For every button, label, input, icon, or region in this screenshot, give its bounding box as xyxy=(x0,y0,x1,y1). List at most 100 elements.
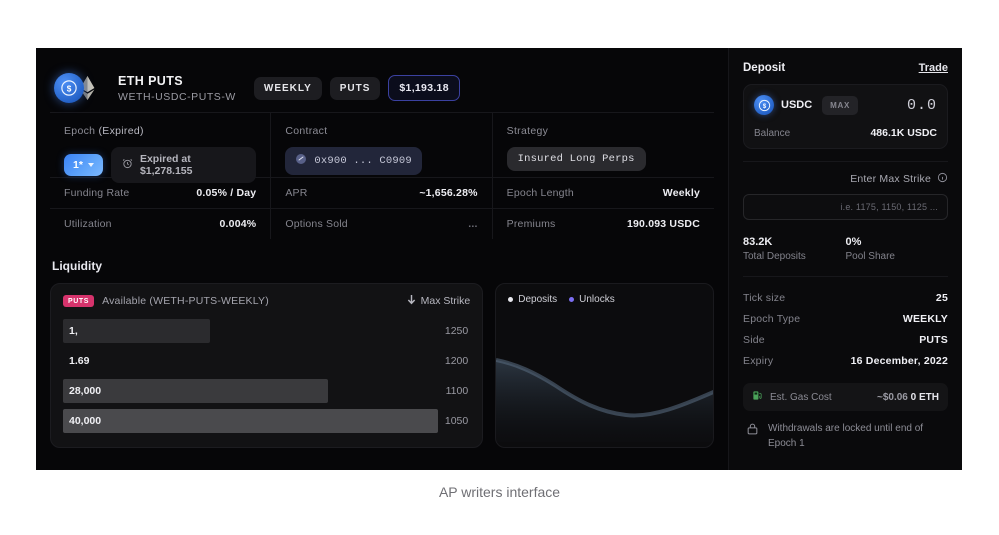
info-value: 16 December, 2022 xyxy=(850,354,948,367)
table-row[interactable]: 40,000 1050 xyxy=(63,406,470,436)
legend-dot-deposits xyxy=(508,297,514,302)
strategy-value: Insured Long Perps xyxy=(506,147,646,171)
stat-key: Epoch Length xyxy=(506,187,574,199)
gas-cost-row: Est. Gas Cost ~$0.06 0 ETH xyxy=(743,383,948,411)
max-strike-section: Enter Max Strike i.e. 1175, 1150, 1125 .… xyxy=(743,161,948,220)
available-label: Available (WETH-PUTS-WEEKLY) xyxy=(102,295,269,307)
legend-label: Unlocks xyxy=(579,294,615,305)
gas-cost-values: ~$0.06 0 ETH xyxy=(877,392,939,403)
info-circle-icon[interactable] xyxy=(937,172,948,186)
total-deposits: 83.2K Total Deposits xyxy=(743,236,846,262)
info-row-epoch-type: Epoch Type WEEKLY xyxy=(743,308,948,329)
chart-canvas xyxy=(496,358,714,442)
stats-grid: Epoch (Expired) 1* Expired at $1,278.155… xyxy=(50,112,714,239)
deposit-panel-header: Deposit Trade xyxy=(743,62,948,74)
deposits-unlocks-chart: Deposits Unlocks xyxy=(495,283,714,448)
chart-legend: Deposits Unlocks xyxy=(508,294,701,305)
stats-column-contract: Contract 0x900 ... C0909 APR ~1,656.28% … xyxy=(271,113,493,239)
svg-text:$: $ xyxy=(67,84,72,93)
balance-row: Balance 486.1K USDC xyxy=(754,127,937,139)
liquidity-strike: 1200 xyxy=(444,355,469,367)
stat-apr: APR ~1,656.28% xyxy=(271,177,492,208)
info-key: Expiry xyxy=(743,354,774,367)
epoch-selector[interactable]: 1* xyxy=(64,154,103,176)
total-deposits-label: Total Deposits xyxy=(743,251,806,262)
page-root: $ ETH PUTS WETH-USDC-PUTS-W WEEKLY PUTS … xyxy=(0,0,999,535)
stat-value: 0.004% xyxy=(219,218,257,230)
epoch-label: Epoch (Expired) xyxy=(64,125,256,137)
stat-key: APR xyxy=(285,187,308,199)
tab-trade[interactable]: Trade xyxy=(919,62,948,74)
liquidity-bar xyxy=(63,409,438,433)
legend-label: Deposits xyxy=(518,294,558,305)
contract-address-link[interactable]: 0x900 ... C0909 xyxy=(285,147,422,175)
epoch-number: 1* xyxy=(73,159,83,171)
token-symbol: USDC xyxy=(781,99,813,111)
stat-utilization: Utilization 0.004% xyxy=(50,208,271,239)
legend-item-deposits: Deposits xyxy=(508,294,557,305)
pool-share-value: 0% xyxy=(845,236,862,248)
liquidity-strike: 1050 xyxy=(444,415,469,427)
gas-cost-usd: ~$0.06 xyxy=(877,391,908,403)
svg-text:$: $ xyxy=(762,103,766,109)
stat-options-sold: Options Sold ... xyxy=(271,208,492,239)
tab-deposit[interactable]: Deposit xyxy=(743,62,785,74)
info-value: WEEKLY xyxy=(902,312,948,325)
max-button[interactable]: MAX xyxy=(822,95,859,115)
liquidity-section: PUTS Available (WETH-PUTS-WEEKLY) Max St… xyxy=(36,283,728,448)
puts-badge: PUTS xyxy=(63,295,95,307)
stat-premiums: Premiums 190.093 USDC xyxy=(492,208,714,239)
table-row[interactable]: 1, 1250 xyxy=(63,316,470,346)
deposit-amount-box: $ USDC MAX 0.0 Balance 486.1K USDC xyxy=(743,84,948,149)
expired-price-pill: Expired at $1,278.155 xyxy=(110,147,257,183)
stat-value: ~1,656.28% xyxy=(419,187,478,199)
liquidity-amount: 28,000 xyxy=(69,385,102,397)
contract-label: Contract xyxy=(285,125,328,137)
lock-icon xyxy=(746,422,759,441)
balance-label: Balance xyxy=(754,127,791,139)
liquidity-bar xyxy=(63,379,328,403)
info-key: Tick size xyxy=(743,291,786,304)
header-badges: WEEKLY PUTS $1,193.18 xyxy=(253,75,460,101)
max-strike-field-label: Enter Max Strike xyxy=(743,172,948,186)
gas-pump-icon xyxy=(752,390,763,404)
badge-weekly: WEEKLY xyxy=(253,76,322,100)
stat-value: 190.093 USDC xyxy=(626,218,700,230)
contract-address-text: 0x900 ... C0909 xyxy=(314,155,412,167)
deposit-amount-input[interactable]: 0.0 xyxy=(907,97,937,114)
usdc-coin-icon: $ xyxy=(754,95,774,115)
stat-key: Utilization xyxy=(64,218,112,230)
gas-cost-left: Est. Gas Cost xyxy=(752,390,832,404)
token-pair-logos: $ xyxy=(54,72,108,104)
stat-key: Premiums xyxy=(506,218,556,230)
app-window: $ ETH PUTS WETH-USDC-PUTS-W WEEKLY PUTS … xyxy=(36,48,962,470)
max-strike-sort[interactable]: Max Strike xyxy=(407,294,470,308)
usdc-coin-icon: $ xyxy=(54,73,84,103)
liquidity-table-header: PUTS Available (WETH-PUTS-WEEKLY) Max St… xyxy=(63,294,470,308)
liquidity-strike: 1250 xyxy=(444,325,469,337)
max-strike-input[interactable]: i.e. 1175, 1150, 1125 ... xyxy=(743,194,948,220)
epoch-label-text: Epoch xyxy=(64,125,96,137)
alarm-clock-icon xyxy=(122,158,133,172)
balance-value: 486.1K USDC xyxy=(870,127,937,139)
info-value: PUTS xyxy=(919,333,948,346)
liquidity-strike: 1100 xyxy=(445,385,469,397)
badge-puts: PUTS xyxy=(329,76,381,100)
stat-key: Options Sold xyxy=(285,218,348,230)
market-header: $ ETH PUTS WETH-USDC-PUTS-W WEEKLY PUTS … xyxy=(36,48,728,110)
stat-value: Weekly xyxy=(662,187,700,199)
strategy-pills: Insured Long Perps xyxy=(506,147,700,171)
gas-cost-eth: 0 ETH xyxy=(910,391,939,403)
legend-item-unlocks: Unlocks xyxy=(569,294,615,305)
table-row[interactable]: 28,000 1100 xyxy=(63,376,470,406)
market-symbol: WETH-USDC-PUTS-W xyxy=(118,90,236,103)
info-value: 25 xyxy=(935,291,948,304)
stat-key: Funding Rate xyxy=(64,187,130,199)
liquidity-amount: 40,000 xyxy=(69,415,102,427)
pool-totals: 83.2K Total Deposits 0% Pool Share xyxy=(743,236,948,277)
expired-price-text: Expired at $1,278.155 xyxy=(139,153,193,177)
info-row-tick-size: Tick size 25 xyxy=(743,287,948,308)
table-row[interactable]: 1.69 1200 xyxy=(63,346,470,376)
liquidity-bar xyxy=(63,319,210,343)
pool-share: 0% Pool Share xyxy=(846,236,949,262)
